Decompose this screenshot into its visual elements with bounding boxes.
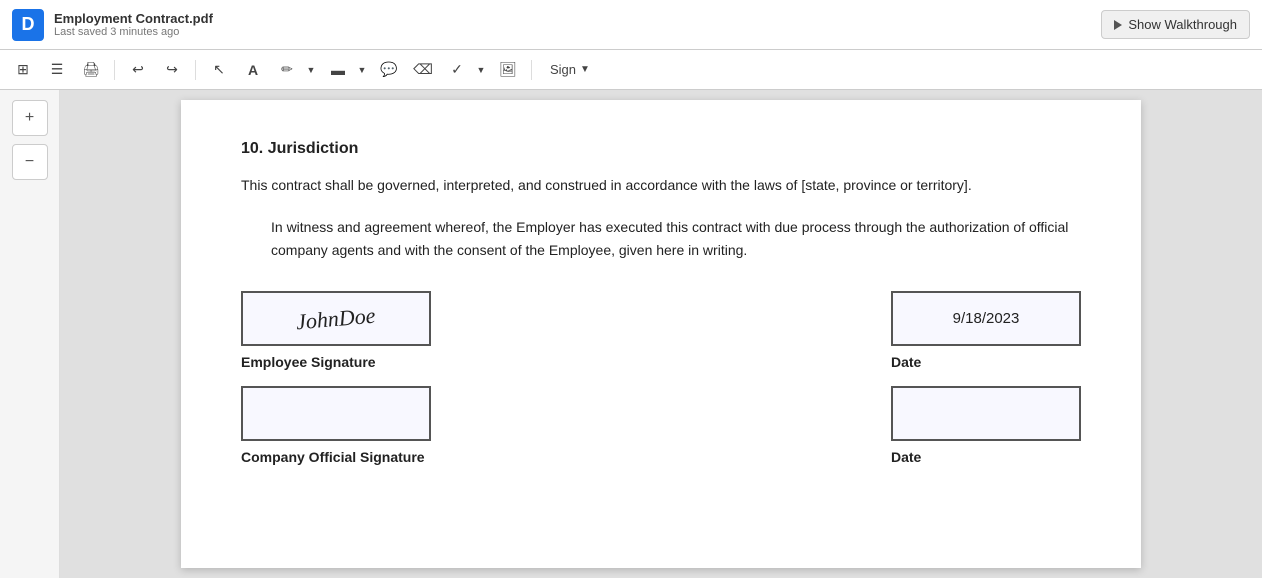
- date-pair-2: Date: [891, 386, 1081, 465]
- doc-title: Employment Contract.pdf: [54, 11, 213, 26]
- paragraph-witness: In witness and agreement whereof, the Em…: [271, 216, 1081, 261]
- pen-group: ✏ ▼: [272, 56, 319, 84]
- date-label-2: Date: [891, 449, 1081, 465]
- print-button[interactable]: 🖨: [76, 56, 106, 84]
- zoom-out-icon: −: [25, 153, 34, 171]
- checkmark-button[interactable]: ✓: [442, 56, 472, 84]
- comment-button[interactable]: 💬: [374, 56, 404, 84]
- redo-icon: ↪: [166, 61, 178, 78]
- company-sig-label: Company Official Signature: [241, 449, 431, 465]
- undo-icon: ↩: [132, 61, 144, 78]
- image-icon: 🖼: [499, 61, 517, 78]
- checkmark-chevron-icon: ▼: [477, 65, 486, 75]
- list-icon: ☰: [51, 61, 64, 78]
- main-layout: + − 10. Jurisdiction This contract shall…: [0, 90, 1262, 578]
- highlight-dropdown[interactable]: ▼: [354, 56, 370, 84]
- zoom-out-button[interactable]: −: [12, 144, 48, 180]
- pdf-page: 10. Jurisdiction This contract shall be …: [181, 100, 1141, 568]
- date-label-1: Date: [891, 354, 1081, 370]
- left-sidebar: + −: [0, 90, 60, 578]
- text-button[interactable]: A: [238, 56, 268, 84]
- sign-label: Sign: [550, 62, 576, 77]
- zoom-in-icon: +: [25, 109, 34, 127]
- eraser-icon: ⌫: [413, 61, 433, 78]
- date-value-1: 9/18/2023: [953, 310, 1020, 327]
- signature-row-2: Company Official Signature Date: [241, 386, 1081, 465]
- date-box-1[interactable]: 9/18/2023: [891, 291, 1081, 346]
- company-sig-pair: Company Official Signature: [241, 386, 431, 465]
- comment-icon: 💬: [380, 61, 397, 78]
- pen-button[interactable]: ✏: [272, 56, 302, 84]
- image-button[interactable]: 🖼: [493, 56, 523, 84]
- toolbar-separator-2: [195, 60, 196, 80]
- checkmark-icon: ✓: [451, 61, 463, 78]
- pen-chevron-icon: ▼: [307, 65, 316, 75]
- print-icon: 🖨: [82, 61, 100, 78]
- sign-button[interactable]: Sign ▼: [540, 58, 600, 81]
- employee-sig-pair: JohnDoe Employee Signature: [241, 291, 431, 370]
- checkmark-group: ✓ ▼: [442, 56, 489, 84]
- play-icon: [1114, 20, 1122, 30]
- grid-icon: ⊞: [17, 61, 29, 78]
- sign-chevron-icon: ▼: [580, 64, 590, 75]
- text-icon: A: [248, 62, 258, 78]
- date-box-2[interactable]: [891, 386, 1081, 441]
- signature-row-1: JohnDoe Employee Signature 9/18/2023 Dat…: [241, 291, 1081, 370]
- highlight-button[interactable]: ▬: [323, 56, 353, 84]
- show-walkthrough-button[interactable]: Show Walkthrough: [1101, 10, 1250, 39]
- pdf-area: 10. Jurisdiction This contract shall be …: [60, 90, 1262, 578]
- zoom-in-button[interactable]: +: [12, 100, 48, 136]
- paragraph-jurisdiction: This contract shall be governed, interpr…: [241, 174, 1081, 196]
- section-heading: 10. Jurisdiction: [241, 140, 1081, 158]
- app-logo: D: [12, 9, 44, 41]
- employee-sig-label: Employee Signature: [241, 354, 431, 370]
- toolbar-separator-3: [531, 60, 532, 80]
- doc-info: Employment Contract.pdf Last saved 3 min…: [54, 11, 213, 38]
- eraser-button[interactable]: ⌫: [408, 56, 438, 84]
- undo-button[interactable]: ↩: [123, 56, 153, 84]
- highlight-group: ▬ ▼: [323, 56, 370, 84]
- cursor-button[interactable]: ↖: [204, 56, 234, 84]
- employee-sig-image: JohnDoe: [295, 302, 376, 335]
- list-view-button[interactable]: ☰: [42, 56, 72, 84]
- pen-icon: ✏: [281, 61, 293, 78]
- date-pair-1: 9/18/2023 Date: [891, 291, 1081, 370]
- checkmark-dropdown[interactable]: ▼: [473, 56, 489, 84]
- redo-button[interactable]: ↪: [157, 56, 187, 84]
- doc-saved: Last saved 3 minutes ago: [54, 26, 213, 38]
- highlight-icon: ▬: [331, 62, 345, 78]
- company-sig-box[interactable]: [241, 386, 431, 441]
- employee-sig-box[interactable]: JohnDoe: [241, 291, 431, 346]
- cursor-icon: ↖: [213, 61, 225, 78]
- grid-view-button[interactable]: ⊞: [8, 56, 38, 84]
- top-bar-left: D Employment Contract.pdf Last saved 3 m…: [12, 9, 213, 41]
- highlight-chevron-icon: ▼: [358, 65, 367, 75]
- toolbar-separator-1: [114, 60, 115, 80]
- top-bar: D Employment Contract.pdf Last saved 3 m…: [0, 0, 1262, 50]
- pen-dropdown[interactable]: ▼: [303, 56, 319, 84]
- toolbar: ⊞ ☰ 🖨 ↩ ↪ ↖ A ✏ ▼ ▬ ▼ 💬 ⌫: [0, 50, 1262, 90]
